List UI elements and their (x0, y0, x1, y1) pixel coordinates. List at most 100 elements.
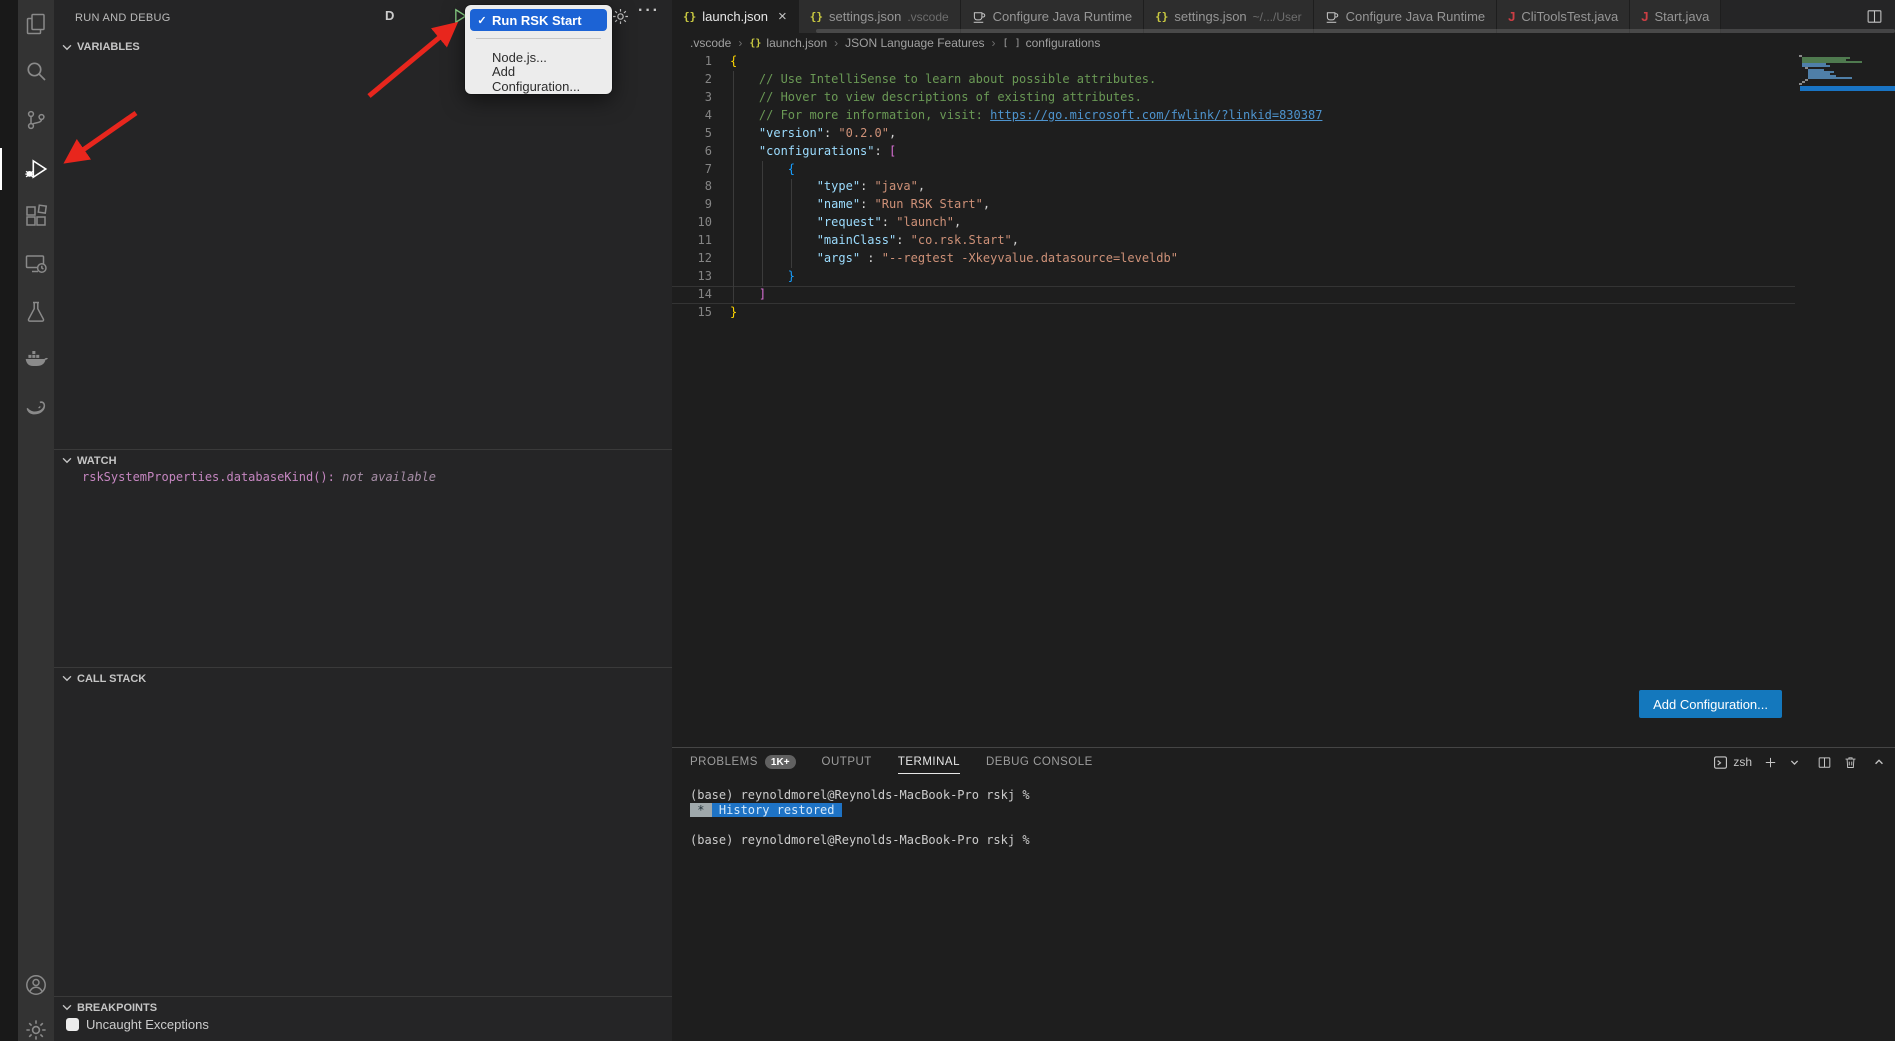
code-line-6[interactable]: 6 "configurations": [ (672, 143, 1795, 161)
code-line-10[interactable]: 10 "request": "launch", (672, 214, 1795, 232)
token: // For more information, visit: (759, 108, 990, 122)
token: : (860, 179, 874, 193)
line-number[interactable]: 6 (672, 143, 712, 161)
activity-bar-item-extensions[interactable] (18, 196, 54, 236)
maximize-panel-chevron-icon[interactable] (1873, 756, 1885, 768)
token: "version" (759, 126, 824, 140)
line-number[interactable]: 7 (672, 161, 712, 179)
activity-bar-item-testing[interactable] (18, 292, 54, 332)
line-number[interactable]: 1 (672, 53, 712, 71)
breadcrumb-item-configurations[interactable]: [ ]configurations (1003, 36, 1101, 50)
activity-bar-item-docker[interactable] (18, 339, 54, 379)
code-line-5[interactable]: 5 "version": "0.2.0", (672, 125, 1795, 143)
line-number[interactable]: 2 (672, 71, 712, 89)
terminal-prompt-line: (base) reynoldmorel@Reynolds-MacBook-Pro… (690, 788, 1875, 803)
checkbox[interactable] (66, 1018, 79, 1031)
code-line-3[interactable]: 3 // Hover to view descriptions of exist… (672, 89, 1795, 107)
terminal-shell-selector[interactable]: zsh (1713, 755, 1752, 770)
code-line-2[interactable]: 2 // Use IntelliSense to learn about pos… (672, 71, 1795, 89)
token (730, 251, 817, 265)
code-line-9[interactable]: 9 "name": "Run RSK Start", (672, 196, 1795, 214)
history-restored-label: History restored (712, 803, 842, 817)
panel-tab-output[interactable]: OUTPUT (822, 748, 872, 776)
line-number[interactable]: 15 (672, 304, 712, 322)
line-number[interactable]: 12 (672, 250, 712, 268)
code-line-14[interactable]: 14 ] (672, 286, 1795, 304)
launch-profile-chevron-icon[interactable] (1789, 757, 1800, 768)
token (730, 179, 817, 193)
code-line-1[interactable]: 1{ (672, 53, 1795, 71)
extensions-icon (24, 204, 48, 228)
activity-bar-item-explorer[interactable] (18, 4, 54, 44)
watch-expression[interactable]: rskSystemProperties.databaseKind(): not … (82, 470, 436, 484)
truncated-label: D (385, 8, 394, 23)
tab-bar-scrollbar[interactable] (816, 29, 1895, 33)
section-call-stack[interactable]: CALL STACK (54, 667, 672, 689)
code-line-8[interactable]: 8 "type": "java", (672, 178, 1795, 196)
panel-tab-bar: PROBLEMS1K+ OUTPUT TERMINAL DEBUG CONSOLE (672, 748, 1895, 776)
breadcrumb-item--vscode[interactable]: .vscode (690, 36, 731, 50)
menu-item-add-configuration[interactable]: Add Configuration... (470, 68, 607, 90)
section-breakpoints[interactable]: BREAKPOINTS (54, 996, 672, 1018)
tab-label: CliToolsTest.java (1521, 9, 1618, 24)
line-content: // Hover to view descriptions of existin… (730, 89, 1795, 107)
activity-bar-item-source-control[interactable] (18, 100, 54, 140)
line-number[interactable]: 3 (672, 89, 712, 107)
settings-icon (24, 1018, 48, 1041)
minimap[interactable] (1799, 53, 1895, 163)
tab-label: settings.json (829, 9, 901, 24)
bottom-panel: PROBLEMS1K+ OUTPUT TERMINAL DEBUG CONSOLE z… (672, 747, 1895, 1041)
line-number[interactable]: 14 (672, 286, 712, 304)
new-terminal-icon[interactable] (1763, 755, 1778, 770)
activity-bar-item-settings[interactable] (18, 1010, 54, 1041)
gradle-icon (24, 395, 49, 420)
close-tab-icon[interactable]: × (778, 8, 787, 25)
breadcrumb-item-launch-json[interactable]: {}launch.json (749, 36, 827, 50)
code-line-15[interactable]: 15} (672, 304, 1795, 322)
more-actions-icon[interactable]: ··· (638, 2, 660, 20)
activity-bar-item-run-and-debug[interactable] (18, 149, 54, 189)
line-number[interactable]: 4 (672, 107, 712, 125)
activity-bar-item-remote-explorer[interactable] (18, 244, 54, 284)
code-line-7[interactable]: 7 { (672, 161, 1795, 179)
sidebar-title: RUN AND DEBUG (54, 0, 171, 35)
panel-tab-problems[interactable]: PROBLEMS1K+ (690, 748, 796, 776)
line-number[interactable]: 8 (672, 178, 712, 196)
history-star-icon: * (690, 803, 712, 817)
line-number[interactable]: 11 (672, 232, 712, 250)
line-number[interactable]: 10 (672, 214, 712, 232)
breadcrumb-item-json-language-features[interactable]: JSON Language Features (845, 36, 984, 50)
line-number[interactable]: 9 (672, 196, 712, 214)
json-file-icon: {} (810, 10, 823, 23)
breakpoint-uncaught-exceptions[interactable]: Uncaught Exceptions (66, 1017, 209, 1032)
line-number[interactable]: 5 (672, 125, 712, 143)
token (730, 72, 759, 86)
line-number[interactable]: 13 (672, 268, 712, 286)
code-line-12[interactable]: 12 "args" : "--regtest -Xkeyvalue.dataso… (672, 250, 1795, 268)
add-configuration-button[interactable]: Add Configuration... (1639, 690, 1782, 718)
java-file-icon: J (1508, 9, 1515, 24)
breakpoint-label: Uncaught Exceptions (86, 1017, 209, 1032)
terminal-output[interactable]: (base) reynoldmorel@Reynolds-MacBook-Pro… (690, 788, 1875, 848)
docker-icon (23, 346, 49, 372)
debug-settings-gear-icon[interactable] (611, 7, 630, 31)
tab-description: .vscode (907, 10, 948, 24)
activity-bar-item-gradle[interactable] (18, 387, 54, 427)
code-editor[interactable]: 1{2 // Use IntelliSense to learn about p… (672, 53, 1895, 747)
editor-tab-launch-json[interactable]: {}launch.json× (672, 0, 799, 33)
token: "args" (817, 251, 860, 265)
panel-tab-debug-console[interactable]: DEBUG CONSOLE (986, 748, 1093, 776)
code-line-11[interactable]: 11 "mainClass": "co.rsk.Start", (672, 232, 1795, 250)
token: : (882, 215, 896, 229)
token: , (983, 197, 990, 211)
menu-item-run-rsk-start[interactable]: ✓Run RSK Start (470, 9, 607, 31)
split-terminal-icon[interactable] (1817, 755, 1832, 770)
code-line-13[interactable]: 13 } (672, 268, 1795, 286)
activity-bar-item-search[interactable] (18, 51, 54, 91)
section-watch[interactable]: WATCH (54, 449, 672, 471)
line-content: } (730, 268, 1795, 286)
code-line-4[interactable]: 4 // For more information, visit: https:… (672, 107, 1795, 125)
panel-tab-terminal[interactable]: TERMINAL (898, 748, 960, 776)
activity-bar-item-account[interactable] (18, 965, 54, 1005)
kill-terminal-trash-icon[interactable] (1843, 755, 1858, 770)
